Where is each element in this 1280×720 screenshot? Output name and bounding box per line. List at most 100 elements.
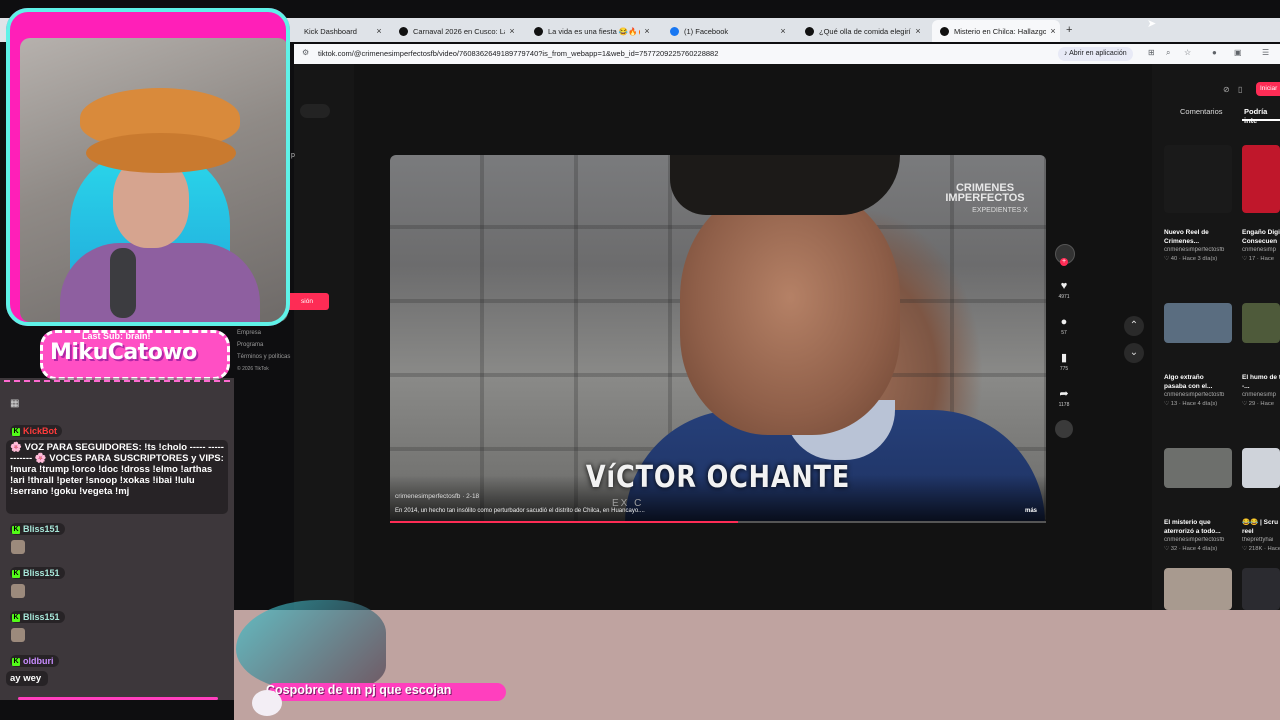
video-thumbnail[interactable]: [1164, 145, 1232, 213]
chat-username[interactable]: K Bliss151: [10, 611, 65, 623]
video-thumbnail[interactable]: [1242, 568, 1280, 610]
video-thumbnail[interactable]: [1164, 303, 1232, 343]
video-caption: En 2014, un hecho tan insólito como pert…: [395, 508, 645, 514]
reco-meta: ♡ 29 · Hace: [1242, 401, 1274, 407]
extensions-puzzle-icon[interactable]: ▣: [1234, 48, 1242, 57]
kick-badge-icon: K: [12, 657, 20, 666]
copyright: © 2026 TikTok: [237, 366, 269, 372]
close-tab-icon[interactable]: ×: [505, 26, 519, 36]
bookmark-star-icon[interactable]: ☆: [1184, 48, 1191, 57]
settings-icon[interactable]: ⊘: [1223, 85, 1230, 94]
browser-tab[interactable]: Carnaval 2026 en Cusco: La Fie×: [391, 20, 519, 42]
reco-title[interactable]: El misterio que aterrorizó a todo...: [1164, 518, 1226, 536]
reco-author: crimenesimperfectosfb: [1164, 247, 1225, 253]
reco-title[interactable]: Nuevo Reel de Crimenes...: [1164, 228, 1226, 246]
reco-title[interactable]: Engaño Digi Consecuen: [1242, 228, 1280, 246]
lower-third-name: VíCTOR OCHANTE: [585, 460, 851, 495]
chat-username-text: Bliss151: [23, 612, 60, 622]
prev-video-button[interactable]: ⌃: [1124, 316, 1144, 336]
zoom-icon[interactable]: ⌕: [1166, 48, 1170, 58]
caption-more-link[interactable]: más: [1025, 508, 1037, 514]
kick-badge-icon: K: [12, 569, 20, 578]
browser-tab[interactable]: Misterio en Chilca: Hallazgo ×: [932, 20, 1060, 42]
next-video-button[interactable]: ⌄: [1124, 343, 1144, 363]
sidebar-login-button[interactable]: sión: [285, 293, 329, 310]
emote-icon: [11, 628, 25, 642]
translate-icon[interactable]: ⊞: [1148, 48, 1155, 57]
menu-empresa[interactable]: Empresa: [237, 330, 261, 336]
device-icon[interactable]: ▯: [1238, 85, 1242, 94]
video-thumbnail[interactable]: [1164, 568, 1232, 610]
share-button[interactable]: ➦ 1178: [1056, 387, 1072, 408]
brand-line2: IMPERFECTOS: [945, 192, 1025, 204]
reco-title[interactable]: 😂😂 | Scru badge reel: [1242, 518, 1280, 536]
close-tab-icon[interactable]: ×: [640, 26, 654, 36]
chat-bar: [18, 697, 218, 700]
bookmark-icon: ▮: [1060, 352, 1068, 364]
reco-author: crimenesimp: [1242, 392, 1277, 398]
profile-icon[interactable]: ☰: [1262, 48, 1269, 57]
tiktok-sidebar: [294, 64, 354, 610]
tab-title: ¿Qué olla de comida elegirías c: [819, 26, 911, 36]
brand-logo: CRIMENES IMPERFECTOS: [935, 183, 1035, 204]
video-author[interactable]: crimenesimperfectosfb · 2-18: [395, 493, 479, 500]
tab-might-like[interactable]: Podría inte: [1244, 107, 1280, 125]
extension-icon[interactable]: ●: [1212, 48, 1217, 57]
like-button[interactable]: ♥ 4971: [1056, 280, 1072, 300]
chat-username[interactable]: K Bliss151: [10, 523, 65, 535]
close-tab-icon[interactable]: ×: [1046, 26, 1060, 36]
person-hair: [670, 155, 900, 215]
tiktok-icon: [940, 26, 949, 36]
url-text[interactable]: tiktok.com/@crimenesimperfectosfb/video/…: [318, 49, 718, 58]
chat-scroll-icon[interactable]: ▦: [10, 398, 19, 409]
chat-username[interactable]: K KickBot: [10, 425, 63, 437]
music-disc-icon[interactable]: [1055, 420, 1073, 438]
reco-author: crimenesimp: [1242, 247, 1277, 253]
like-count: 4971: [1058, 294, 1070, 300]
close-tab-icon[interactable]: ×: [911, 26, 925, 36]
browser-tab[interactable]: Kick Dashboard ×: [296, 20, 386, 42]
emote-icon: [11, 584, 25, 598]
video-thumbnail[interactable]: [1164, 448, 1232, 488]
menu-terminos[interactable]: Términos y políticas: [237, 354, 290, 360]
close-tab-icon[interactable]: ×: [776, 26, 790, 36]
menu-programa[interactable]: Programa: [237, 342, 263, 348]
chat-username-text: Bliss151: [23, 524, 60, 534]
sidebar-partial-text: p: [291, 152, 295, 159]
sidebar-search[interactable]: [300, 104, 330, 118]
emote-icon: [11, 540, 25, 554]
tiktok-icon: [805, 26, 814, 36]
site-info-icon[interactable]: ⚙: [302, 48, 309, 57]
reco-meta: ♡ 13 · Hace 4 día(s): [1164, 401, 1218, 407]
chat-message: ay wey: [6, 671, 48, 686]
comment-icon: ●: [1060, 316, 1068, 328]
kick-badge-icon: K: [12, 427, 20, 436]
chat-message: 🌸 VOZ PARA SEGUIDORES: !ts !cholo ----- …: [6, 440, 228, 514]
chat-username[interactable]: K Bliss151: [10, 567, 65, 579]
save-button[interactable]: ▮ 775: [1056, 351, 1072, 372]
reco-title[interactable]: Algo extraño pasaba con el...: [1164, 373, 1226, 391]
login-button[interactable]: Iniciar: [1256, 82, 1280, 96]
tiktok-icon: [399, 26, 408, 36]
open-in-app-button[interactable]: ♪ Abrir en aplicación: [1058, 47, 1133, 61]
video-thumbnail[interactable]: [1242, 448, 1280, 488]
video-thumbnail[interactable]: [1242, 303, 1280, 343]
browser-tab[interactable]: (1) Facebook ×: [662, 20, 790, 42]
person-face: [680, 185, 900, 435]
share-icon: ➦: [1059, 388, 1069, 400]
new-tab-button[interactable]: +: [1066, 24, 1072, 36]
webcam-border: [6, 8, 290, 326]
browser-tab[interactable]: ¿Qué olla de comida elegirías c×: [797, 20, 925, 42]
tab-comments[interactable]: Comentarios: [1180, 107, 1223, 116]
video-player[interactable]: CRIMENES IMPERFECTOS EXPEDIENTES X VíCTO…: [390, 155, 1046, 523]
comment-button[interactable]: ● 57: [1056, 316, 1072, 336]
browser-tab[interactable]: La vida es una fiesta 😂🔥🔥😂×: [526, 20, 654, 42]
tab-title: (1) Facebook: [684, 26, 729, 36]
close-tab-icon[interactable]: ×: [372, 26, 386, 36]
follow-plus-icon[interactable]: +: [1060, 258, 1068, 266]
reco-title[interactable]: El humo de traición -...: [1242, 373, 1280, 391]
reco-meta: ♡ 32 · Hace 4 día(s): [1164, 546, 1218, 552]
video-thumbnail[interactable]: [1242, 145, 1280, 213]
facebook-icon: [670, 26, 679, 36]
chat-username[interactable]: Koldburi: [10, 655, 59, 667]
